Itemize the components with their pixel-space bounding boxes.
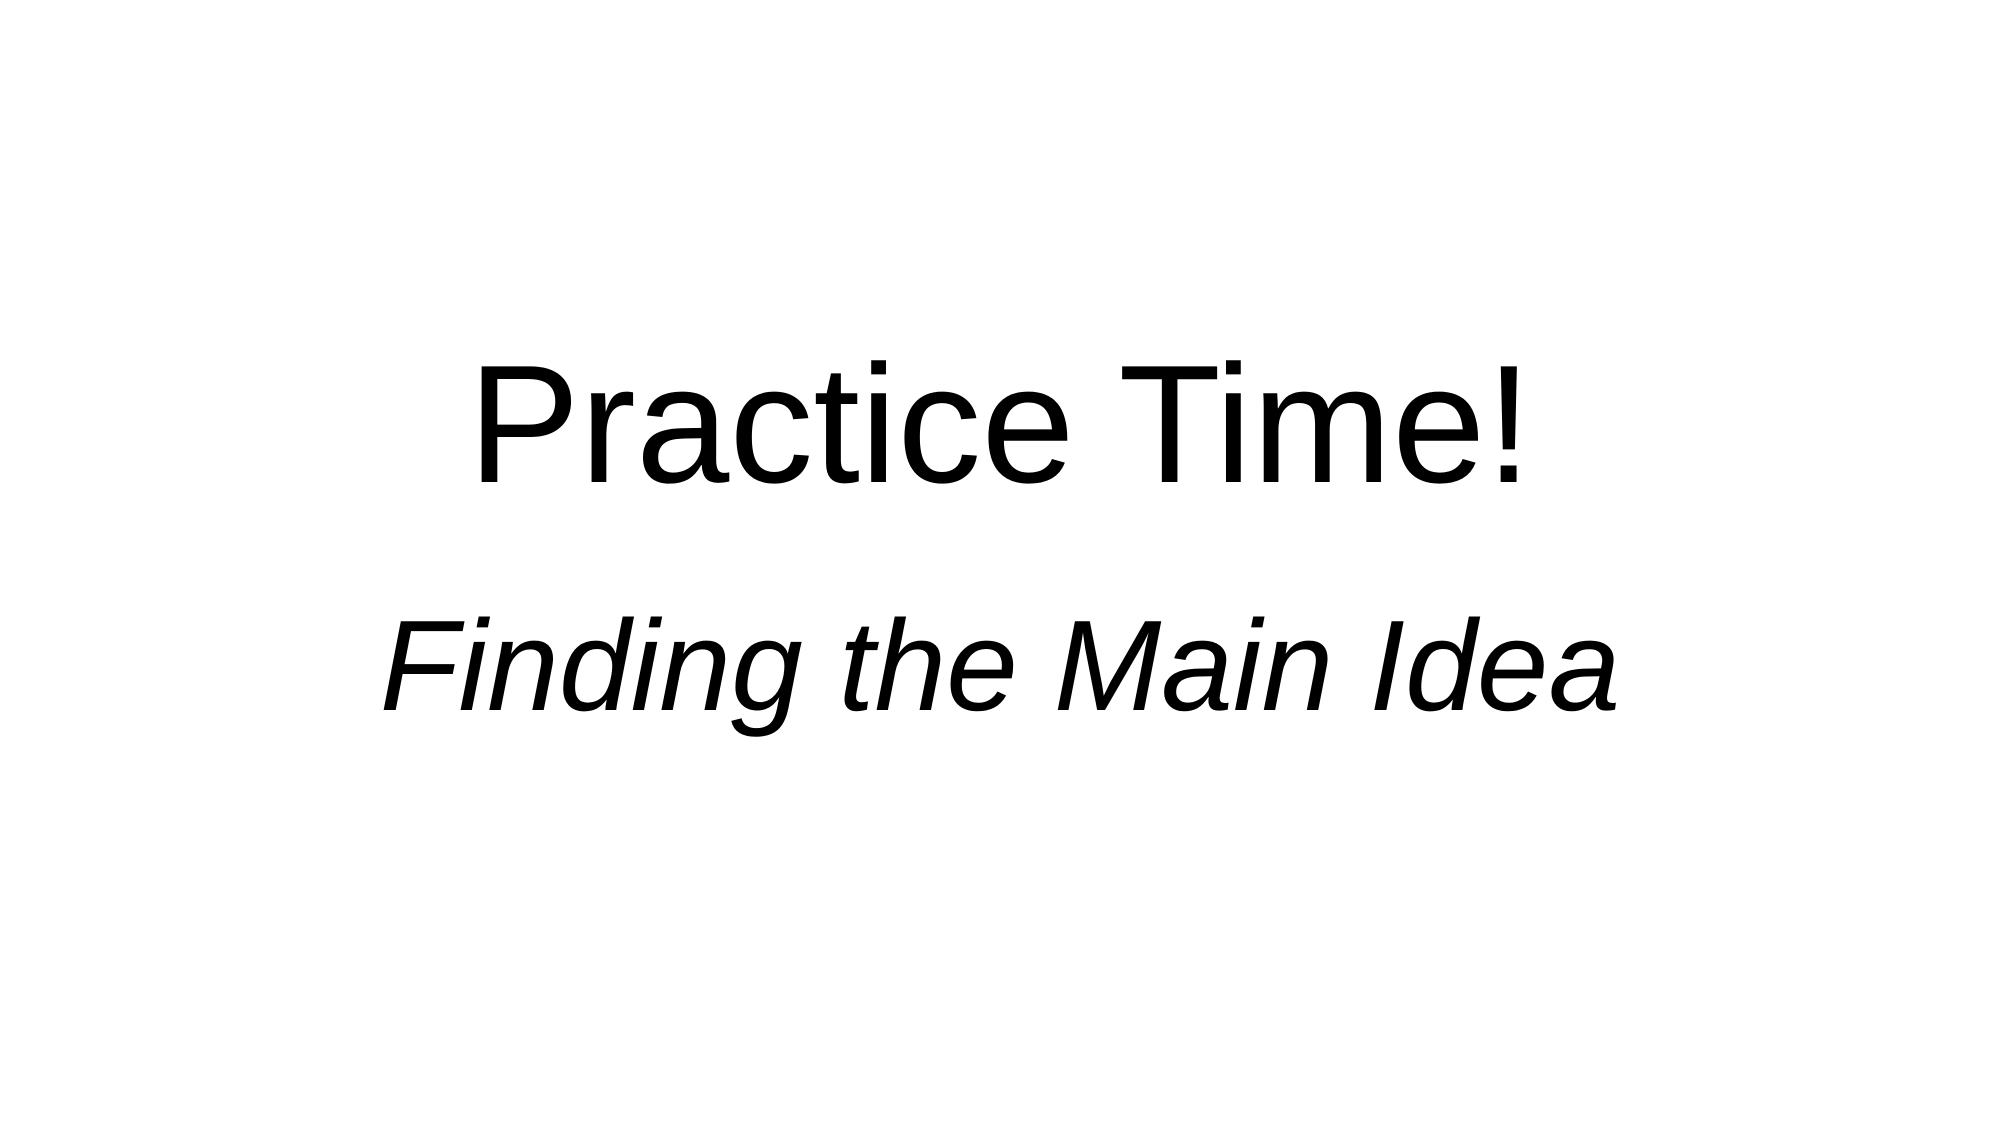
slide: { "slide": { "title": "Practice Time!", …	[0, 0, 2000, 1125]
slide-title: Practice Time!	[467, 330, 1533, 518]
slide-subtitle: Finding the Main Idea	[379, 594, 1621, 738]
